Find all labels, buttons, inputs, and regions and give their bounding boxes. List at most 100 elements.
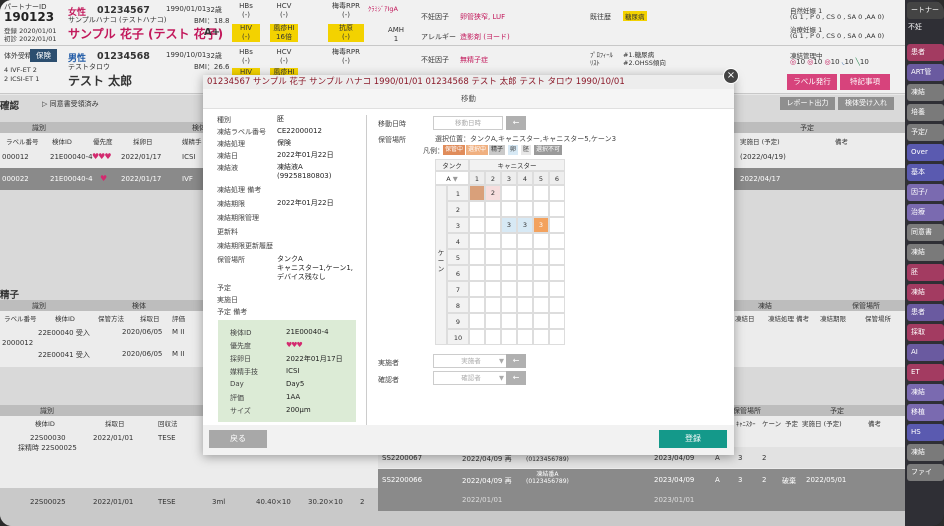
grid-cell[interactable]	[517, 201, 533, 217]
grid-cell[interactable]	[517, 233, 533, 249]
grid-cell[interactable]	[517, 281, 533, 297]
sidebar-item[interactable]: 移植	[907, 404, 944, 421]
grid-cell[interactable]	[533, 281, 549, 297]
tank-select[interactable]: A ▼	[435, 171, 469, 185]
sidebar-item[interactable]: 凍結	[907, 444, 944, 461]
consent-status[interactable]: ▷ 同意書受領済み	[42, 99, 99, 109]
grid-cell[interactable]	[485, 281, 501, 297]
male-name[interactable]: テスト 太郎	[68, 72, 132, 89]
grid-cell[interactable]	[501, 281, 517, 297]
sidebar-item[interactable]: ートナー	[907, 2, 944, 19]
sidebar-item[interactable]: 凍結	[907, 84, 944, 101]
grid-cell[interactable]	[533, 233, 549, 249]
grid-cell[interactable]	[517, 249, 533, 265]
grid-cell[interactable]	[549, 217, 565, 233]
grid-cell[interactable]	[517, 329, 533, 345]
grid-cell[interactable]	[533, 329, 549, 345]
sidebar-item[interactable]: 培養	[907, 104, 944, 121]
report-output-button[interactable]: レポート出力	[780, 97, 835, 110]
label-print-button[interactable]: ラベル発行	[787, 74, 837, 90]
checker-arrow-button[interactable]: ←	[506, 371, 526, 385]
grid-cell[interactable]	[485, 217, 501, 233]
sidebar-item[interactable]: 治療	[907, 204, 944, 221]
grid-cell[interactable]	[549, 201, 565, 217]
grid-cell[interactable]	[501, 201, 517, 217]
grid-cell[interactable]	[549, 265, 565, 281]
grid-cell[interactable]	[469, 329, 485, 345]
grid-cell[interactable]	[549, 185, 565, 201]
grid-cell[interactable]	[469, 185, 485, 201]
sidebar-item[interactable]: 因子/	[907, 184, 944, 201]
register-button[interactable]: 登録	[659, 430, 727, 448]
sidebar-item[interactable]: Over	[907, 144, 944, 161]
grid-cell[interactable]	[485, 249, 501, 265]
sidebar-item[interactable]: ART管	[907, 64, 944, 81]
grid-cell[interactable]	[549, 297, 565, 313]
grid-cell[interactable]	[501, 265, 517, 281]
special-notes-button[interactable]: 特記事項	[840, 74, 890, 90]
move-date-input[interactable]: 移動日時	[433, 116, 503, 130]
grid-cell[interactable]	[517, 265, 533, 281]
grid-cell[interactable]	[469, 201, 485, 217]
grid-cell[interactable]	[533, 265, 549, 281]
grid-cell[interactable]	[533, 249, 549, 265]
grid-cell[interactable]	[549, 329, 565, 345]
t2-row2-id[interactable]: 22E00041 受入	[38, 350, 90, 360]
grid-cell[interactable]	[485, 265, 501, 281]
storage-row-3[interactable]: 2022/01/01 2023/01/01	[378, 490, 905, 511]
t2-row1-id[interactable]: 22E00040 受入	[38, 328, 90, 338]
grid-cell[interactable]	[533, 313, 549, 329]
grid-cell[interactable]	[469, 265, 485, 281]
operator-select[interactable]: 実施者 ▼	[433, 354, 509, 368]
grid-cell[interactable]	[485, 313, 501, 329]
grid-cell[interactable]	[549, 281, 565, 297]
grid-cell[interactable]	[501, 185, 517, 201]
female-name[interactable]: サンプル 花子 (テスト 花子)	[68, 25, 223, 42]
grid-cell[interactable]	[469, 217, 485, 233]
grid-cell[interactable]	[533, 201, 549, 217]
grid-cell[interactable]	[485, 201, 501, 217]
grid-cell[interactable]	[533, 297, 549, 313]
grid-cell[interactable]	[469, 249, 485, 265]
checker-select[interactable]: 確認者 ▼	[433, 371, 509, 385]
sidebar-item[interactable]: 基本	[907, 164, 944, 181]
sidebar-item[interactable]: 胚	[907, 264, 944, 281]
grid-cell[interactable]	[485, 297, 501, 313]
grid-cell[interactable]	[469, 297, 485, 313]
grid-cell[interactable]	[501, 249, 517, 265]
close-icon[interactable]: ×	[723, 68, 739, 84]
sidebar-item[interactable]: AI	[907, 344, 944, 361]
grid-cell[interactable]	[549, 249, 565, 265]
sidebar-item[interactable]: 患者	[907, 44, 944, 61]
grid-cell[interactable]: 2	[485, 185, 501, 201]
sidebar-item[interactable]: ET	[907, 364, 944, 381]
sidebar-item[interactable]: 凍結	[907, 284, 944, 301]
grid-cell[interactable]	[501, 329, 517, 345]
operator-arrow-button[interactable]: ←	[506, 354, 526, 368]
grid-cell[interactable]: 3	[533, 217, 549, 233]
grid-cell[interactable]: 3	[501, 217, 517, 233]
grid-cell[interactable]: 3	[517, 217, 533, 233]
grid-cell[interactable]	[549, 313, 565, 329]
sidebar-item[interactable]: 凍結	[907, 384, 944, 401]
grid-cell[interactable]	[501, 313, 517, 329]
grid-cell[interactable]	[501, 297, 517, 313]
sidebar-item[interactable]: HS	[907, 424, 944, 441]
grid-cell[interactable]	[485, 329, 501, 345]
sidebar-item[interactable]: 予定/	[907, 124, 944, 141]
storage-row-2[interactable]: SS2200066 2022/04/09 再 凍結番A (0123456789)…	[378, 469, 905, 490]
grid-cell[interactable]	[517, 185, 533, 201]
grid-cell[interactable]	[469, 233, 485, 249]
back-button[interactable]: 戻る	[209, 430, 267, 448]
sidebar-item[interactable]: 同意書	[907, 224, 944, 241]
grid-cell[interactable]	[501, 233, 517, 249]
grid-cell[interactable]	[469, 281, 485, 297]
sidebar-item[interactable]: 採取	[907, 324, 944, 341]
sidebar-item[interactable]: ファイ	[907, 464, 944, 481]
accept-specimen-button[interactable]: 検体受け入れ	[838, 97, 894, 110]
grid-cell[interactable]	[469, 313, 485, 329]
move-date-arrow-button[interactable]: ←	[506, 116, 526, 130]
sidebar-item[interactable]: 患者	[907, 304, 944, 321]
grid-cell[interactable]	[517, 297, 533, 313]
grid-cell[interactable]	[517, 313, 533, 329]
